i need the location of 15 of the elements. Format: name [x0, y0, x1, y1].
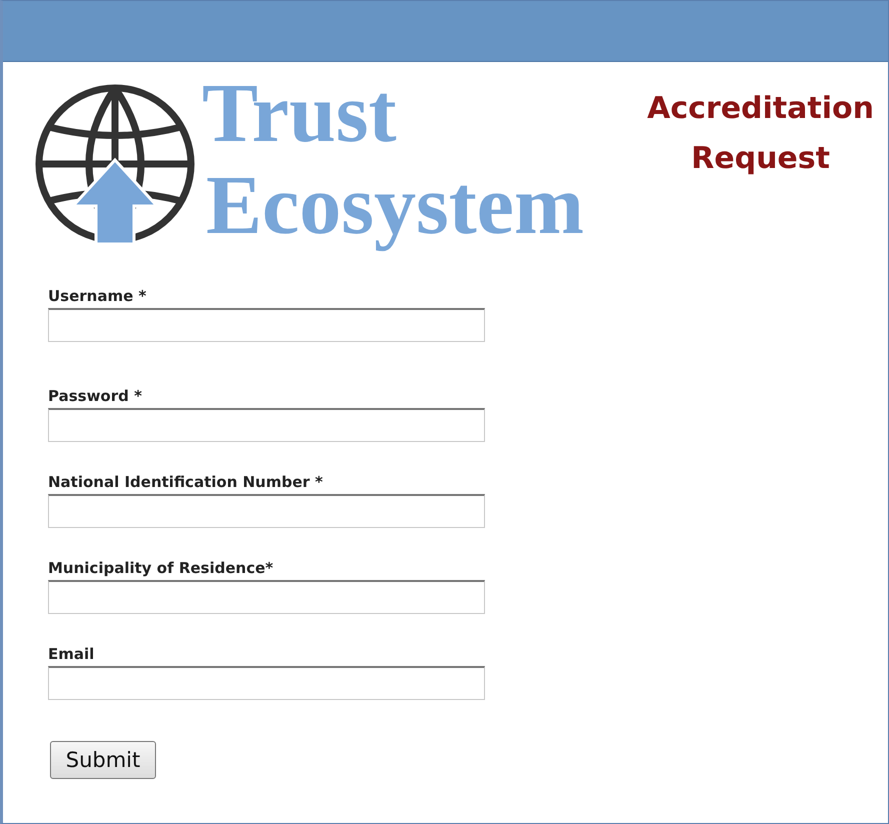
input-field[interactable]: [48, 494, 485, 528]
field-label: Municipality of Residence*: [48, 559, 274, 577]
input-field[interactable]: [48, 408, 485, 442]
field-label: Email: [48, 645, 96, 663]
input-field[interactable]: [48, 308, 485, 342]
input-field[interactable]: [48, 666, 485, 700]
field-label: Username *: [48, 287, 148, 305]
field-label: Password *: [48, 387, 143, 405]
field-label: National Identification Number *: [48, 473, 324, 491]
logo-text: Trust: [202, 70, 398, 158]
input-field[interactable]: [48, 580, 485, 614]
page-title: Request: [691, 140, 830, 178]
submit-button[interactable]: Submit: [50, 741, 156, 779]
logo-text: Ecosystem: [206, 162, 584, 250]
page-title: Accreditation: [647, 90, 874, 128]
